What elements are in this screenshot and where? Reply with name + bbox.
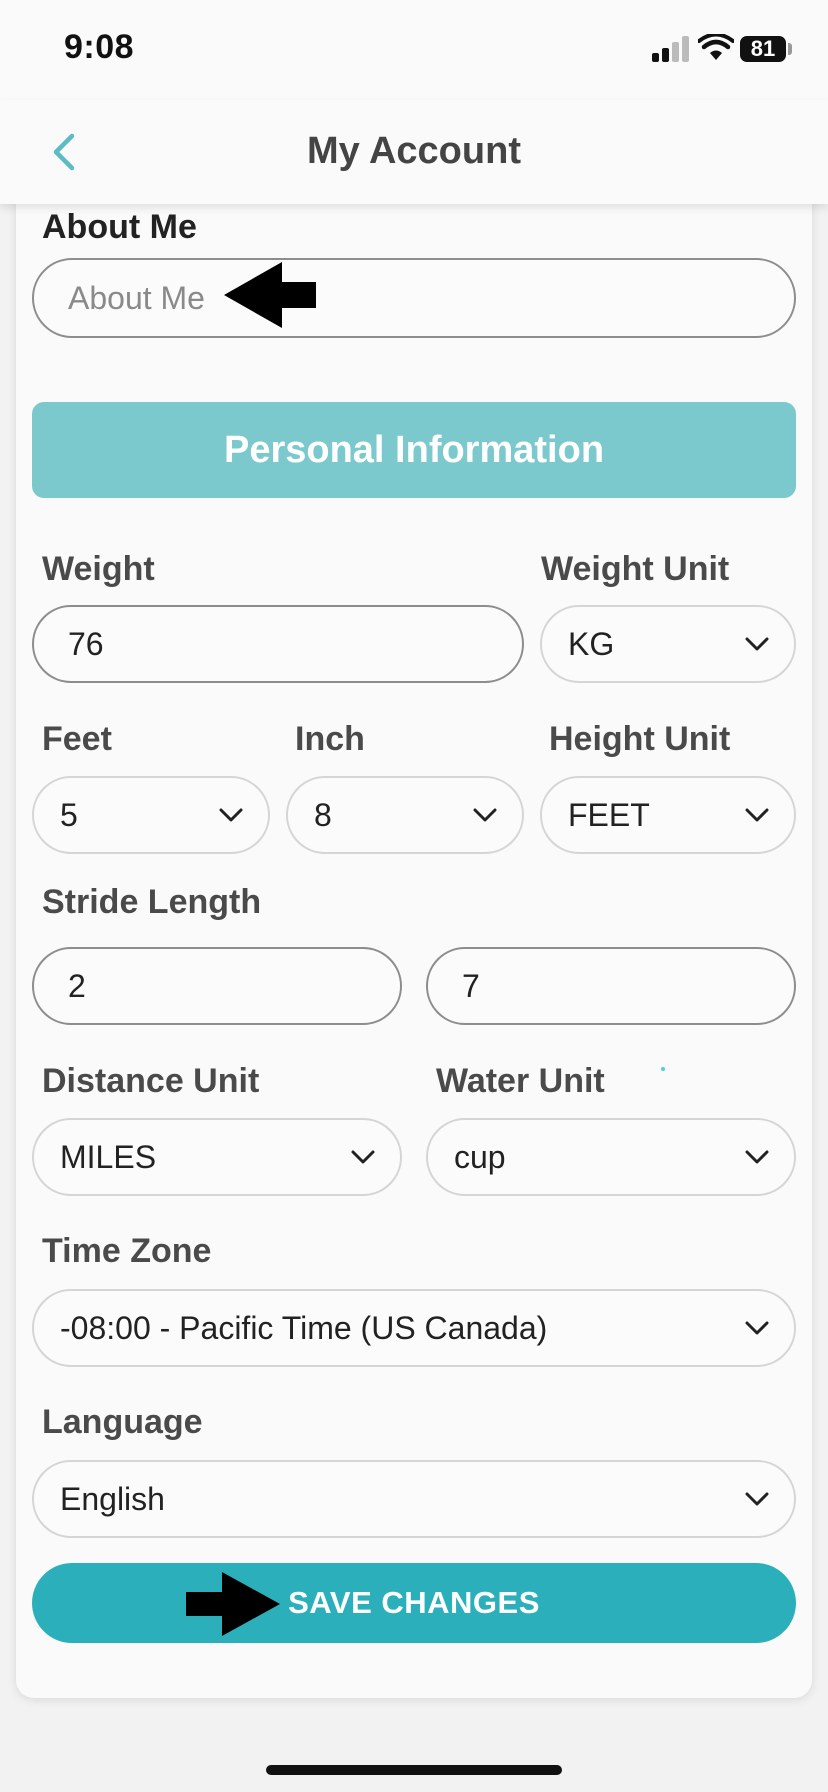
personal-information-header: Personal Information — [32, 402, 796, 498]
about-me-input[interactable]: About Me — [32, 258, 796, 338]
height-unit-value: FEET — [568, 796, 650, 833]
about-me-label: About Me — [42, 208, 197, 246]
water-unit-select[interactable]: cup — [426, 1118, 796, 1196]
save-changes-button[interactable]: SAVE CHANGES — [32, 1563, 796, 1643]
language-value: English — [60, 1480, 165, 1517]
language-select[interactable]: English — [32, 1460, 796, 1538]
chevron-down-icon — [351, 1150, 375, 1164]
wifi-icon — [698, 34, 734, 60]
home-indicator — [266, 1765, 562, 1775]
weight-label: Weight — [42, 550, 155, 588]
inch-select[interactable]: 8 — [286, 776, 524, 854]
status-bar: 9:08 81 — [0, 0, 828, 100]
height-unit-select[interactable]: FEET — [540, 776, 796, 854]
chevron-down-icon — [745, 1321, 769, 1335]
nav-bar: My Account — [0, 100, 828, 204]
chevron-down-icon — [745, 1492, 769, 1506]
weight-unit-label: Weight Unit — [541, 550, 730, 588]
stride-length-value-1: 2 — [68, 967, 86, 1004]
annotation-arrow-right-icon — [186, 1572, 280, 1636]
feet-label: Feet — [42, 720, 112, 758]
water-unit-label: Water Unit — [436, 1062, 605, 1100]
water-unit-value: cup — [454, 1138, 506, 1175]
chevron-down-icon — [745, 1150, 769, 1164]
time-zone-select[interactable]: -08:00 - Pacific Time (US Canada) — [32, 1289, 796, 1367]
chevron-down-icon — [473, 808, 497, 822]
feet-value: 5 — [60, 796, 78, 833]
page-title: My Account — [307, 130, 521, 172]
time-zone-value: -08:00 - Pacific Time (US Canada) — [60, 1309, 548, 1346]
stride-length-input-1[interactable]: 2 — [32, 947, 402, 1025]
inch-value: 8 — [314, 796, 332, 833]
chevron-down-icon — [745, 808, 769, 822]
battery-tip — [788, 43, 792, 55]
stride-length-label: Stride Length — [42, 883, 262, 921]
battery-icon: 81 — [740, 36, 786, 62]
cellular-signal-icon — [652, 36, 690, 62]
stride-length-input-2[interactable]: 7 — [426, 947, 796, 1025]
weight-value: 76 — [68, 625, 104, 662]
chevron-down-icon — [219, 808, 243, 822]
stray-dot — [661, 1067, 665, 1071]
status-time: 9:08 — [64, 28, 135, 66]
chevron-down-icon — [745, 637, 769, 651]
annotation-arrow-left-icon — [224, 262, 316, 328]
about-me-placeholder: About Me — [68, 279, 205, 316]
distance-unit-value: MILES — [60, 1138, 157, 1175]
distance-unit-label: Distance Unit — [42, 1062, 260, 1100]
distance-unit-select[interactable]: MILES — [32, 1118, 402, 1196]
weight-input[interactable]: 76 — [32, 605, 524, 683]
language-label: Language — [42, 1403, 203, 1441]
height-unit-label: Height Unit — [549, 720, 731, 758]
feet-select[interactable]: 5 — [32, 776, 270, 854]
stride-length-value-2: 7 — [462, 967, 480, 1004]
weight-unit-value: KG — [568, 625, 615, 662]
inch-label: Inch — [295, 720, 365, 758]
time-zone-label: Time Zone — [42, 1232, 212, 1270]
weight-unit-select[interactable]: KG — [540, 605, 796, 683]
